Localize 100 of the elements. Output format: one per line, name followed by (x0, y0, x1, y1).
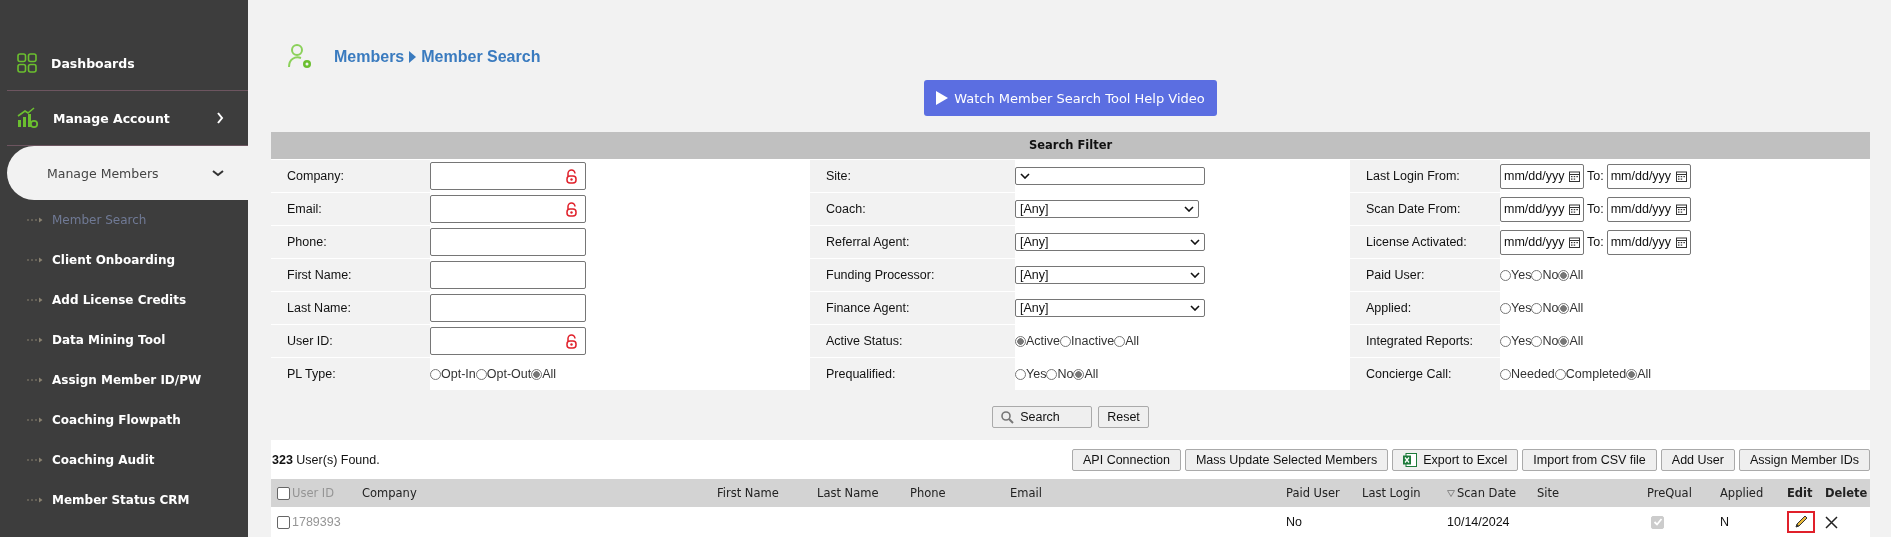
column-header[interactable]: Company (360, 486, 715, 500)
column-header[interactable]: Delete (1823, 486, 1870, 500)
search-icon (1001, 410, 1015, 424)
radio-button[interactable] (1531, 269, 1543, 281)
sort-icon (1447, 489, 1455, 497)
select-field[interactable]: [Any] (1015, 233, 1205, 251)
caret-icon (409, 51, 417, 63)
column-header[interactable]: Last Name (815, 486, 908, 500)
column-header[interactable]: Applied (1718, 486, 1785, 500)
column-header[interactable]: Site (1535, 486, 1645, 500)
field-label: Applied: (1350, 292, 1500, 324)
toolbar-button[interactable]: API Connection (1072, 448, 1181, 471)
toolbar-button[interactable]: Import from CSV file (1522, 448, 1657, 471)
select-field[interactable]: [Any] (1015, 266, 1205, 284)
nav-subitem[interactable]: Client Onboarding (0, 240, 248, 280)
field-label: Last Login From: (1350, 160, 1500, 192)
to-label: To: (1587, 202, 1604, 216)
column-header[interactable]: Phone (908, 486, 1008, 500)
radio-button[interactable] (531, 368, 543, 380)
nav-subitem[interactable]: Assign Member ID/PW (0, 360, 248, 400)
column-header[interactable]: Edit (1785, 486, 1823, 500)
edit-button[interactable] (1787, 511, 1815, 533)
column-header[interactable]: Email (1008, 486, 1284, 500)
select-field[interactable]: [Any] (1015, 299, 1205, 317)
calendar-icon (1569, 170, 1580, 182)
radio-label: Opt-In (441, 367, 476, 381)
radio-button[interactable] (1500, 302, 1511, 314)
radio-button[interactable] (1060, 335, 1072, 347)
breadcrumb-link[interactable]: Members (334, 48, 405, 66)
radio-button[interactable] (1626, 368, 1638, 380)
nav-subitem[interactable]: Coaching Audit (0, 440, 248, 480)
radio-button[interactable] (1531, 302, 1543, 314)
date-field[interactable]: mm/dd/yyy (1606, 196, 1691, 222)
nav-group[interactable]: Manage Members (7, 146, 248, 200)
delete-icon[interactable] (1825, 515, 1838, 529)
field-label: License Activated: (1350, 226, 1500, 258)
toolbar-button[interactable]: Add User (1660, 448, 1735, 471)
text-field[interactable] (430, 327, 586, 355)
date-field[interactable]: mm/dd/yyy (1500, 196, 1584, 222)
text-field[interactable] (430, 162, 586, 190)
radio-button[interactable] (1558, 302, 1570, 314)
date-field[interactable]: mm/dd/yyy (1500, 163, 1584, 189)
radio-label: All (1637, 367, 1652, 381)
date-field[interactable]: mm/dd/yyy (1606, 163, 1691, 189)
toolbar-button[interactable]: Export to Excel (1392, 448, 1519, 471)
table-cell: 10/14/2024 (1447, 515, 1510, 529)
spreadsheet-icon (1403, 452, 1418, 467)
column-header[interactable]: First Name (715, 486, 815, 500)
nav-subitem[interactable]: Add License Credits (0, 280, 248, 320)
radio-button[interactable] (1015, 335, 1026, 347)
chevron-right-icon (216, 112, 224, 124)
radio-button[interactable] (1046, 368, 1058, 380)
column-header[interactable]: Paid User (1284, 486, 1360, 500)
radio-button[interactable] (430, 368, 441, 380)
select-all-checkbox[interactable] (277, 486, 290, 500)
text-field[interactable] (430, 261, 586, 289)
nav-item[interactable]: Dashboards (0, 36, 248, 90)
radio-label: Yes (1511, 268, 1532, 282)
date-field[interactable]: mm/dd/yyy (1500, 229, 1584, 255)
nav-subitem[interactable]: Data Mining Tool (0, 320, 248, 360)
radio-button[interactable] (1558, 269, 1570, 281)
nav-item[interactable]: Manage Account (0, 91, 248, 145)
radio-button[interactable] (1531, 335, 1543, 347)
nav-subitem[interactable]: Member Status CRM (0, 480, 248, 520)
field-label: Finance Agent: (810, 292, 1015, 324)
table-cell: No (1286, 515, 1302, 529)
date-field[interactable]: mm/dd/yyy (1606, 229, 1691, 255)
column-header[interactable]: Scan Date (1445, 486, 1535, 500)
dotted-arrow-icon (27, 377, 43, 383)
select-field[interactable] (1015, 167, 1205, 185)
radio-button[interactable] (1500, 368, 1511, 380)
column-header[interactable]: PreQual (1645, 486, 1718, 500)
field-label: Paid User: (1350, 259, 1500, 291)
lock-icon (566, 168, 577, 184)
radio-label: All (1569, 301, 1584, 315)
radio-label: Active (1026, 334, 1061, 348)
help-video-button[interactable]: Watch Member Search Tool Help Video (924, 80, 1217, 116)
toolbar-button[interactable]: Mass Update Selected Members (1184, 448, 1389, 471)
reset-button[interactable]: Reset (1098, 406, 1149, 428)
radio-button[interactable] (1073, 368, 1085, 380)
radio-button[interactable] (475, 368, 487, 380)
text-field[interactable] (430, 195, 586, 223)
row-checkbox[interactable] (277, 515, 290, 529)
radio-button[interactable] (1500, 269, 1511, 281)
nav-subitem[interactable]: Coaching Flowpath (0, 400, 248, 440)
lock-icon (566, 333, 577, 349)
select-field[interactable]: [Any] (1015, 200, 1199, 218)
column-header[interactable]: Last Login (1360, 486, 1445, 500)
toolbar-button[interactable]: Assign Member IDs (1738, 448, 1870, 471)
search-button[interactable]: Search (992, 406, 1093, 428)
radio-button[interactable] (1558, 335, 1570, 347)
lock-icon (566, 201, 577, 217)
text-field[interactable] (430, 228, 586, 256)
radio-button[interactable] (1114, 335, 1126, 347)
radio-button[interactable] (1015, 368, 1026, 380)
radio-button[interactable] (1500, 335, 1511, 347)
text-field[interactable] (430, 294, 586, 322)
radio-label: No (1542, 301, 1559, 315)
radio-button[interactable] (1554, 368, 1566, 380)
calendar-icon (1675, 203, 1687, 215)
